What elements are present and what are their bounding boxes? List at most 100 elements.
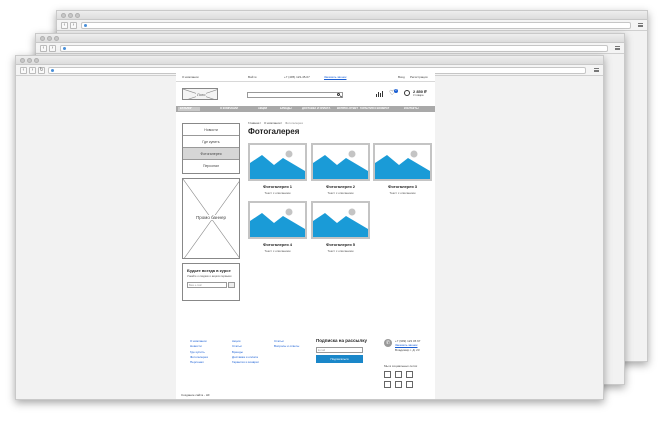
gallery-image[interactable]	[373, 143, 432, 181]
gallery-card-title[interactable]: Фотогалерея 1	[248, 184, 307, 189]
address-bar: ‹ ›	[57, 20, 647, 31]
login-link[interactable]: Войти	[248, 75, 256, 79]
footer-subscribe-title: Подписка на рассылку	[316, 338, 367, 343]
nav-promo[interactable]: АКЦИИ	[258, 107, 267, 111]
logo[interactable]: Лого	[182, 88, 218, 100]
menu-icon[interactable]	[638, 23, 643, 27]
gallery-card-title[interactable]: Фотогалерея 3	[373, 184, 432, 189]
search-input[interactable]	[247, 92, 343, 98]
gallery-image[interactable]	[248, 201, 307, 239]
reload-icon[interactable]: ↻	[38, 67, 45, 74]
footer-address: Владимир г. Д. 23	[395, 348, 420, 352]
social-icon[interactable]	[406, 381, 413, 388]
subscribe-email-input[interactable]: Ваш e-mail	[187, 282, 227, 288]
maximize-dot-icon[interactable]	[75, 13, 80, 18]
promo-banner-label: Промо баннер	[195, 215, 228, 220]
footer-subscribe: Подписка на рассылку E-mail Подписаться	[316, 338, 367, 363]
search-icon[interactable]	[337, 93, 340, 96]
address-bar: ‹ ›	[36, 43, 624, 54]
footer-link[interactable]: Персонал	[190, 360, 208, 365]
social-icon[interactable]	[395, 381, 402, 388]
signin-link[interactable]: Вход	[398, 75, 405, 79]
browser-window: ‹ › ↻ О компании Войти +7 (495) 123-45-6…	[15, 55, 604, 400]
cart-icon[interactable]	[404, 90, 410, 96]
gallery-card-description: Текст с описанием	[264, 249, 291, 253]
breadcrumb-home[interactable]: Главная	[248, 121, 259, 125]
subscribe-submit-button[interactable]	[228, 282, 235, 288]
forward-arrow-icon[interactable]: ›	[29, 67, 36, 74]
nav-delivery[interactable]: ДОСТАВКА И ОПЛАТА	[302, 107, 330, 111]
social-icon[interactable]	[384, 371, 391, 378]
nav-about[interactable]: О КОМПАНИИ	[220, 107, 238, 111]
phone-icon: ✆	[384, 339, 392, 347]
callback-link[interactable]: Заказать звонок	[324, 75, 346, 79]
image-placeholder-icon	[375, 145, 430, 179]
back-arrow-icon[interactable]: ‹	[61, 22, 68, 29]
top-info-bar: О компании Войти +7 (495) 123-45-67 Зака…	[176, 73, 435, 82]
register-link[interactable]: Регистрация	[410, 75, 428, 79]
back-arrow-icon[interactable]: ‹	[40, 45, 47, 52]
sidebar-item-news[interactable]: Новости	[183, 124, 239, 136]
screenshot-stage: ‹ › ‹ › ‹ › ↻ О компании Войти +7 (495) …	[0, 0, 658, 428]
about-link[interactable]: О компании	[182, 75, 199, 79]
footer-column-1: О компании Новости Где купить Фотогалере…	[190, 339, 208, 365]
footer-column-2: Акции Статьи Бренды Доставка и оплата Га…	[232, 339, 259, 365]
breadcrumb-separator: /	[281, 121, 282, 125]
minimize-dot-icon[interactable]	[27, 58, 32, 63]
compare-icon[interactable]	[376, 91, 383, 97]
title-bar	[57, 11, 647, 20]
maximize-dot-icon[interactable]	[34, 58, 39, 63]
gallery-card-description: Текст с описанием	[264, 191, 291, 195]
breadcrumb-separator: /	[260, 121, 261, 125]
image-placeholder-icon	[313, 145, 368, 179]
nav-contacts[interactable]: КОНТАКТЫ	[404, 107, 419, 111]
social-icon[interactable]	[395, 371, 402, 378]
breadcrumb-about[interactable]: О компании	[264, 121, 281, 125]
nav-catalog[interactable]: КАТАЛОГ	[180, 107, 192, 111]
gallery-card-title[interactable]: Фотогалерея 2	[311, 184, 370, 189]
menu-icon[interactable]	[594, 68, 599, 72]
gallery-card-description: Текст с описанием	[389, 191, 416, 195]
social-icon[interactable]	[384, 381, 391, 388]
gallery-image[interactable]	[311, 143, 370, 181]
promo-banner[interactable]: Промо баннер	[182, 178, 240, 259]
close-dot-icon[interactable]	[40, 36, 45, 41]
close-dot-icon[interactable]	[61, 13, 66, 18]
gallery-card-title[interactable]: Фотогалерея 5	[311, 242, 370, 247]
footer-subscribe-button[interactable]: Подписаться	[316, 355, 363, 363]
nav-brands[interactable]: БРЕНДЫ	[280, 107, 292, 111]
close-dot-icon[interactable]	[20, 58, 25, 63]
footer-email-input[interactable]: E-mail	[316, 347, 363, 353]
sidebar-menu: Новости Где купить Фотогалерея Персонал	[182, 123, 240, 174]
site-footer: О компании Новости Где купить Фотогалере…	[176, 331, 435, 399]
back-arrow-icon[interactable]: ‹	[20, 67, 27, 74]
footer-link[interactable]: Вопросы и ответы	[274, 344, 299, 349]
gallery-card-description: Текст с описанием	[327, 191, 354, 195]
subscribe-title: Будьте всегда в курсе	[187, 268, 231, 273]
footer-social-title: Мы в социальных сетях	[384, 364, 418, 368]
url-field[interactable]	[60, 45, 608, 52]
social-icon[interactable]	[406, 371, 413, 378]
url-field[interactable]	[81, 22, 631, 29]
footer-link[interactable]: Гарантия и возврат	[232, 360, 259, 365]
menu-icon[interactable]	[615, 46, 620, 50]
cart-count: 3 товара	[413, 94, 424, 97]
sidebar-item-where-to-buy[interactable]: Где купить	[183, 136, 239, 148]
minimize-dot-icon[interactable]	[68, 13, 73, 18]
copyright: Создание сайта - HF	[181, 393, 210, 397]
footer-callback-link[interactable]: Заказать звонок	[395, 343, 417, 347]
gallery-card-title[interactable]: Фотогалерея 4	[248, 242, 307, 247]
gallery-image[interactable]	[311, 201, 370, 239]
nav-warranty[interactable]: ГАРАНТИЯ И ВОЗВРАТ	[360, 107, 389, 111]
forward-arrow-icon[interactable]: ›	[70, 22, 77, 29]
nav-faq[interactable]: ВОПРОС-ОТВЕТ	[337, 107, 358, 111]
breadcrumb-current: Фотогалерея	[285, 121, 303, 125]
gallery-card-description: Текст с описанием	[327, 249, 354, 253]
maximize-dot-icon[interactable]	[54, 36, 59, 41]
gallery-image[interactable]	[248, 143, 307, 181]
sidebar-item-gallery[interactable]: Фотогалерея	[183, 148, 239, 160]
sidebar-item-staff[interactable]: Персонал	[183, 160, 239, 172]
minimize-dot-icon[interactable]	[47, 36, 52, 41]
subscribe-description: Узнайте о скидках и акциях первыми	[187, 275, 232, 278]
forward-arrow-icon[interactable]: ›	[49, 45, 56, 52]
